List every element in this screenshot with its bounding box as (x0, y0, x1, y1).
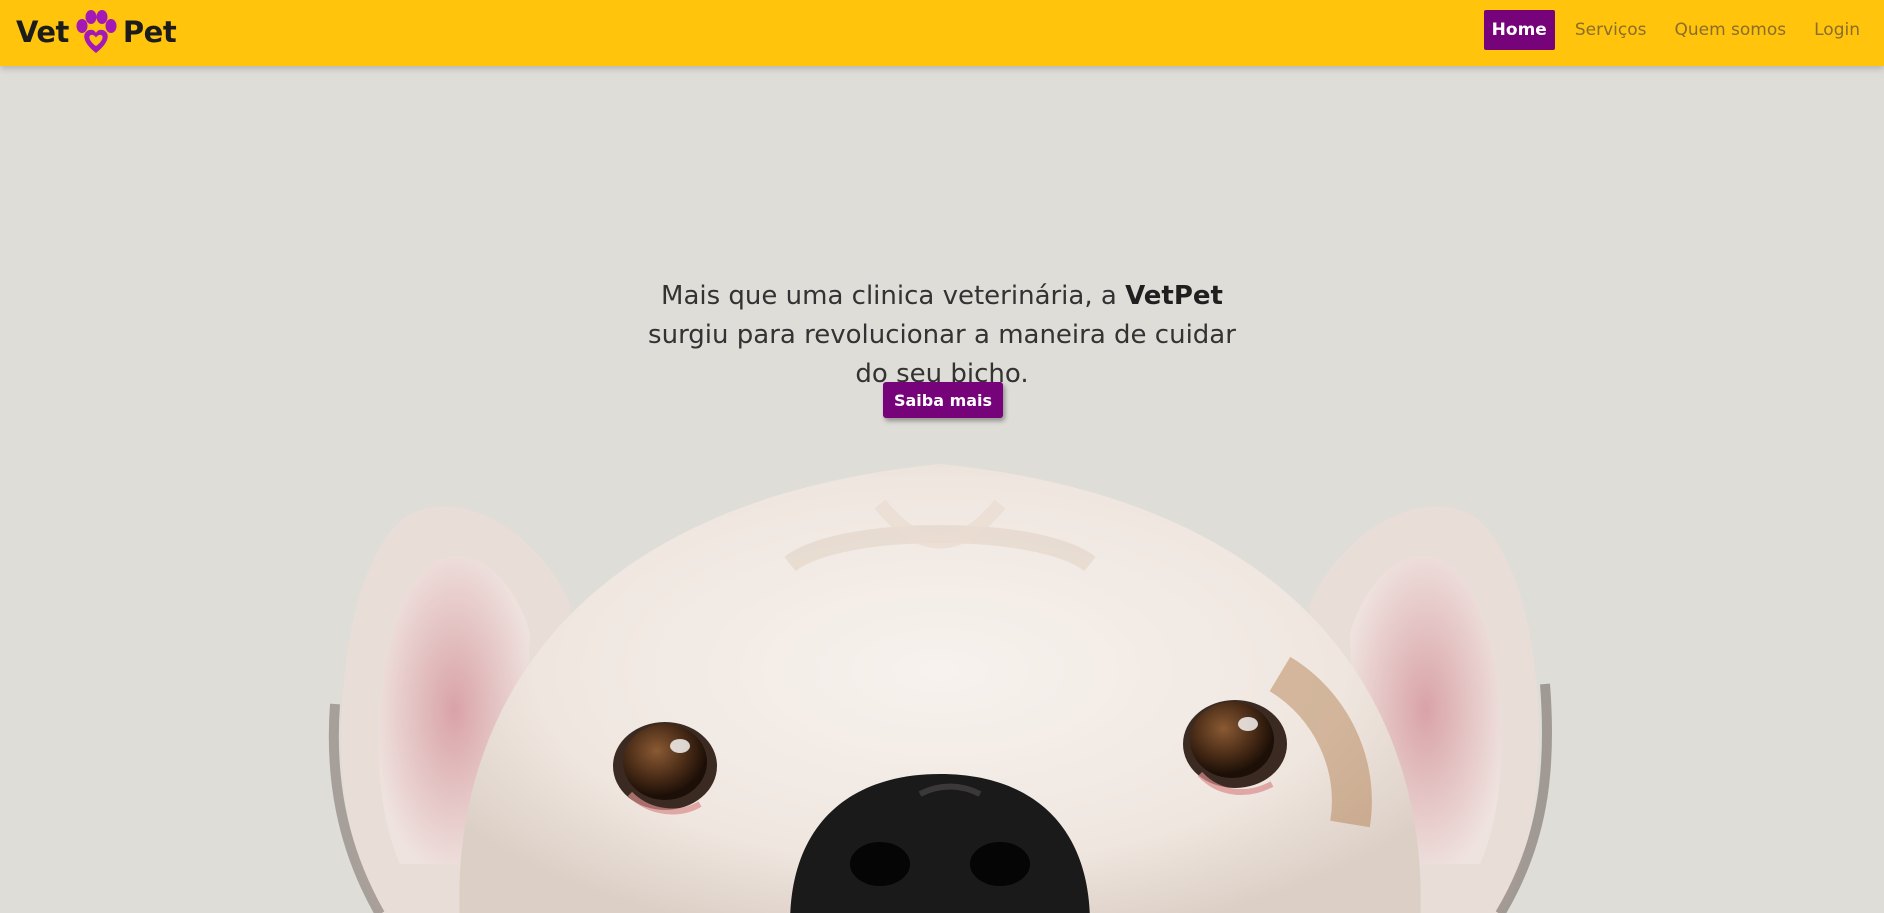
hero-brand-name: VetPet (1125, 281, 1223, 311)
vetpet-logo[interactable]: Vet Pet (16, 8, 177, 56)
hero-text-before: Mais que uma clinica veterinária, a (661, 281, 1126, 311)
main-nav: Home Serviços Quem somos Login (1472, 10, 1868, 50)
nav-quem-somos-link[interactable]: Quem somos (1666, 10, 1794, 50)
saiba-mais-button[interactable]: Saiba mais (883, 382, 1003, 418)
nav-home-link[interactable]: Home (1483, 10, 1555, 50)
paw-heart-icon (76, 10, 117, 53)
hero-text-after: surgiu para revolucionar a maneira de cu… (648, 320, 1236, 389)
hero-headline: Mais que uma clinica veterinária, a VetP… (642, 277, 1242, 394)
navbar: Vet Pet Home Serviços Quem somos Login (0, 0, 1884, 66)
bulldog-photo (328, 464, 1553, 913)
logo-text-pet: Pet (122, 15, 177, 49)
nav-servicos-link[interactable]: Serviços (1567, 10, 1655, 50)
logo-text-vet: Vet (16, 15, 69, 49)
hero-section: Mais que uma clinica veterinária, a VetP… (0, 66, 1884, 913)
nav-login-link[interactable]: Login (1806, 10, 1868, 50)
